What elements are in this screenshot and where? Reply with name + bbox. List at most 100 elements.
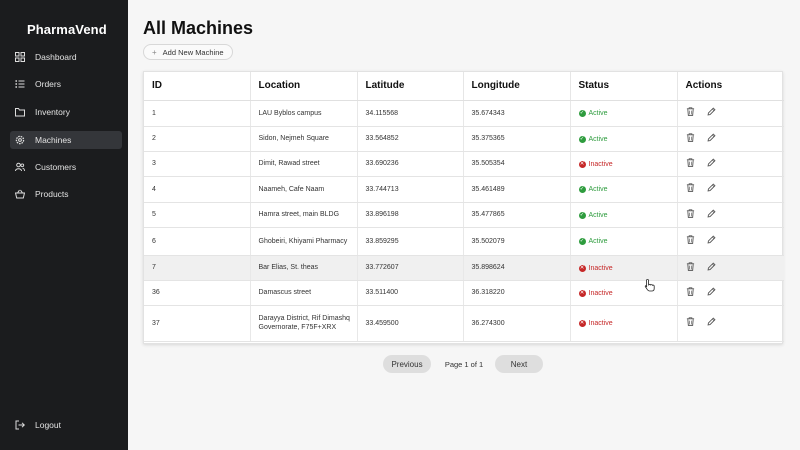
sidebar-item-inventory[interactable]: Inventory	[10, 103, 122, 121]
edit-pencil-icon[interactable]	[707, 132, 717, 143]
table-row: 36 Damascus street 33.511400 36.318220 ✕ Inac…	[144, 280, 784, 306]
cell-id: 3	[144, 151, 251, 177]
status-label: Active	[588, 211, 608, 219]
logout-button[interactable]: Logout	[10, 416, 122, 434]
column-header-location: Location	[250, 72, 358, 101]
sidebar: PharmaVend Dashboard Orders Inventory Ma…	[0, 0, 128, 450]
cell-location: Sidon, Nejmeh Square	[250, 126, 358, 152]
cell-actions	[677, 100, 784, 127]
column-header-actions: Actions	[677, 72, 784, 101]
table-row: 1 LAU Byblos campus 34.115568 35.674343 ✓ Act…	[144, 100, 784, 127]
cell-status: ✕ Inactive	[570, 255, 678, 281]
cell-longitude: 35.505354	[463, 151, 571, 177]
cell-status: ✓ Active	[570, 100, 678, 127]
cell-status: ✕ Inactive	[570, 305, 678, 342]
cell-status: ✕ Inactive	[570, 151, 678, 177]
cell-actions	[677, 202, 784, 228]
cell-id: 6	[144, 227, 251, 256]
status-label: Active	[588, 110, 608, 117]
status-label: Active	[588, 135, 608, 143]
main-content: All Machines + Add New Machine ID Locati…	[128, 0, 800, 450]
status-badge: ✕ Inactive	[578, 160, 613, 169]
cell-id: 4	[144, 176, 251, 203]
edit-pencil-icon[interactable]	[707, 235, 717, 245]
delete-icon[interactable]	[686, 317, 696, 327]
cell-status: ✕ Inactive	[570, 280, 678, 306]
check-circle-icon: ✓	[578, 186, 586, 193]
cell-longitude: 35.502079	[463, 227, 571, 256]
sidebar-item-label: Machines	[35, 135, 72, 145]
x-circle-icon: ✕	[578, 289, 586, 297]
cell-longitude: 36.318220	[463, 280, 571, 306]
sidebar-item-products[interactable]: Products	[10, 185, 122, 203]
cell-longitude: 35.674343	[463, 100, 571, 127]
edit-pencil-icon[interactable]	[707, 286, 717, 297]
edit-pencil-icon[interactable]	[707, 208, 717, 219]
cell-actions	[677, 227, 784, 256]
delete-icon[interactable]	[686, 261, 696, 272]
table-row: 3 Dimit, Rawad street 33.690236 35.505354 ✕ I…	[144, 151, 784, 177]
cell-latitude: 33.744713	[357, 176, 464, 203]
table-row: 37 Darayya District, Rif Dimashq Governor…	[144, 305, 784, 342]
page-info: Page 1 of 1	[444, 360, 484, 369]
cell-latitude: 34.115568	[357, 100, 464, 127]
list-icon	[15, 79, 25, 89]
table-header-row: ID Location Latitude Longitude Status Ac…	[144, 72, 784, 101]
check-circle-icon: ✓	[578, 211, 586, 219]
cell-location: LAU Byblos campus	[250, 100, 358, 127]
edit-pencil-icon[interactable]	[707, 183, 717, 193]
logout-icon	[15, 420, 25, 430]
logout-label: Logout	[35, 420, 61, 430]
status-badge: ✓ Active	[578, 237, 608, 246]
check-circle-icon: ✓	[578, 110, 586, 117]
edit-pencil-icon[interactable]	[707, 261, 717, 272]
status-badge: ✓ Active	[578, 109, 608, 118]
next-page-button[interactable]: Next	[495, 355, 543, 373]
cell-status: ✓ Active	[570, 176, 678, 203]
cell-location: Ghobeiri, Khiyami Pharmacy	[250, 227, 358, 256]
pagination: Previous Page 1 of 1 Next	[128, 355, 800, 373]
app-brand: PharmaVend	[27, 22, 107, 37]
table-row: 4 Naameh, Cafe Naam 33.744713 35.461489 ✓ Act…	[144, 176, 784, 203]
cell-actions	[677, 176, 784, 203]
status-label: Inactive	[588, 320, 613, 327]
plus-icon: +	[152, 47, 157, 57]
page-title: All Machines	[143, 18, 254, 38]
edit-pencil-icon[interactable]	[707, 317, 717, 327]
edit-pencil-icon[interactable]	[707, 157, 717, 168]
delete-icon[interactable]	[686, 107, 696, 117]
check-circle-icon: ✓	[578, 238, 586, 245]
cell-id: 2	[144, 126, 251, 152]
sidebar-item-dashboard[interactable]: Dashboard	[10, 48, 122, 66]
delete-icon[interactable]	[686, 183, 696, 193]
table-row: 2 Sidon, Nejmeh Square 33.564852 35.375365 ✓…	[144, 126, 784, 152]
delete-icon[interactable]	[686, 286, 696, 297]
table-row: 7 Bar Elias, St. theas 33.772607 35.898624 ✕…	[144, 255, 784, 281]
edit-pencil-icon[interactable]	[707, 107, 717, 117]
delete-icon[interactable]	[686, 208, 696, 219]
previous-page-button[interactable]: Previous	[383, 355, 431, 373]
cell-status: ✓ Active	[570, 227, 678, 256]
add-machine-button[interactable]: + Add New Machine	[143, 44, 233, 60]
status-badge: ✓ Active	[578, 185, 608, 194]
delete-icon[interactable]	[686, 235, 696, 245]
delete-icon[interactable]	[686, 132, 696, 143]
sidebar-item-orders[interactable]: Orders	[10, 75, 122, 93]
sidebar-item-machines[interactable]: Machines	[10, 131, 122, 149]
sidebar-item-label: Dashboard	[35, 52, 77, 62]
cell-status: ✓ Active	[570, 126, 678, 152]
cell-latitude: 33.690236	[357, 151, 464, 177]
cell-location: Damascus street	[250, 280, 358, 306]
status-label: Active	[588, 238, 608, 245]
status-label: Inactive	[588, 160, 613, 168]
column-header-id: ID	[144, 72, 251, 101]
sidebar-item-customers[interactable]: Customers	[10, 158, 122, 176]
sidebar-item-label: Customers	[35, 162, 77, 172]
cell-location: Dimit, Rawad street	[250, 151, 358, 177]
cell-latitude: 33.896198	[357, 202, 464, 228]
sidebar-item-label: Inventory	[35, 107, 70, 117]
cell-actions	[677, 151, 784, 177]
cell-latitude: 33.511400	[357, 280, 464, 306]
delete-icon[interactable]	[686, 157, 696, 168]
cell-location: Bar Elias, St. theas	[250, 255, 358, 281]
